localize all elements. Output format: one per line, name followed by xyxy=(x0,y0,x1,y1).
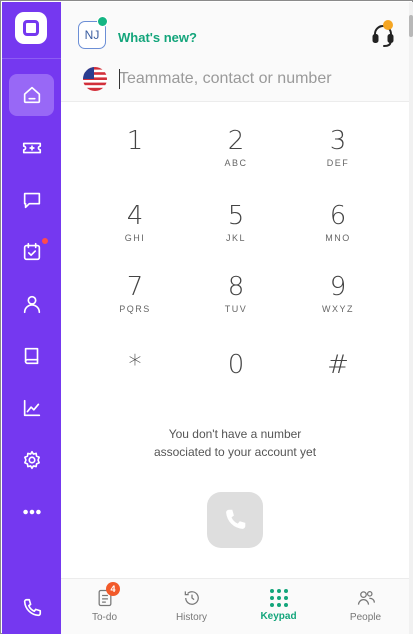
app-window: NJ What's new? 1 xyxy=(0,0,413,634)
key-hash[interactable]: # xyxy=(293,344,383,404)
sidebar-item-phone[interactable] xyxy=(9,587,54,629)
tab-people[interactable]: People xyxy=(322,579,409,634)
key-letters: GHI xyxy=(124,233,146,243)
phone-icon xyxy=(226,509,246,529)
text-caret xyxy=(119,69,120,89)
key-digit: 5 xyxy=(227,201,245,231)
phone-icon xyxy=(23,598,41,617)
key-letters: JKL xyxy=(225,233,246,243)
sidebar-item-analytics[interactable] xyxy=(9,387,54,429)
online-status-dot xyxy=(97,16,108,27)
sidebar-item-chat[interactable] xyxy=(9,179,54,221)
key-digit: # xyxy=(327,350,349,380)
key-letters: WXYZ xyxy=(322,304,354,314)
key-3[interactable]: 3 DEF xyxy=(293,120,383,180)
key-letters: TUV xyxy=(224,304,248,314)
key-8[interactable]: 8 TUV xyxy=(191,266,281,326)
key-star[interactable]: * xyxy=(90,344,180,404)
people-icon xyxy=(357,591,375,605)
bottom-nav: 4 To-do History Keypad People xyxy=(61,578,409,634)
sidebar-divider xyxy=(2,58,61,59)
key-digit: 7 xyxy=(126,272,144,302)
sidebar-item-tickets[interactable] xyxy=(9,127,54,169)
sidebar-item-more[interactable] xyxy=(9,491,54,533)
todo-count-badge: 4 xyxy=(106,582,120,596)
key-letters: ABC xyxy=(224,158,248,168)
call-button[interactable] xyxy=(207,492,263,548)
whats-new-link[interactable]: What's new? xyxy=(118,30,197,45)
more-icon xyxy=(22,509,41,515)
key-9[interactable]: 9 WXYZ xyxy=(293,266,383,326)
key-letters: PQRS xyxy=(119,304,151,314)
tab-label: People xyxy=(349,612,382,623)
key-2[interactable]: 2 ABC xyxy=(191,120,281,180)
key-0[interactable]: 0 xyxy=(191,344,281,404)
key-7[interactable]: 7 PQRS xyxy=(90,266,180,326)
sidebar-item-contacts[interactable] xyxy=(9,283,54,325)
contact-search-input[interactable] xyxy=(119,66,404,92)
notice-line-1: You don't have a number xyxy=(168,427,302,441)
key-digit: 0 xyxy=(227,350,245,380)
tab-label: Keypad xyxy=(260,611,297,622)
key-digit: * xyxy=(128,350,142,380)
key-digit: 3 xyxy=(329,126,347,156)
calendar-check-icon xyxy=(23,242,40,261)
key-6[interactable]: 6 MNO xyxy=(293,195,383,255)
key-letters: DEF xyxy=(326,158,350,168)
key-4[interactable]: 4 GHI xyxy=(90,195,180,255)
key-digit: 2 xyxy=(227,126,245,156)
no-number-notice: You don't have a number associated to yo… xyxy=(61,425,409,461)
analytics-icon xyxy=(23,399,40,417)
sidebar xyxy=(2,2,61,634)
key-digit: 1 xyxy=(126,126,144,156)
keypad-icon xyxy=(269,589,288,607)
tab-todo[interactable]: 4 To-do xyxy=(61,579,148,634)
scrollbar[interactable] xyxy=(409,2,413,634)
history-icon xyxy=(184,591,199,605)
dialer-header: NJ What's new? xyxy=(61,2,409,102)
user-icon xyxy=(23,295,40,314)
key-digit: 8 xyxy=(227,272,245,302)
home-icon xyxy=(23,86,40,104)
sidebar-item-settings[interactable] xyxy=(9,439,54,481)
notification-dot xyxy=(41,237,49,245)
key-5[interactable]: 5 JKL xyxy=(191,195,281,255)
scrollbar-thumb[interactable] xyxy=(409,15,413,37)
ticket-icon xyxy=(22,142,41,154)
tab-history[interactable]: History xyxy=(148,579,235,634)
key-letters: MNO xyxy=(325,233,351,243)
key-digit: 4 xyxy=(126,201,144,231)
tab-label: To-do xyxy=(91,612,117,623)
notice-line-2: associated to your account yet xyxy=(153,445,317,459)
sidebar-item-tasks[interactable] xyxy=(9,231,54,273)
us-flag-icon[interactable] xyxy=(83,67,107,91)
settings-icon xyxy=(23,450,40,470)
app-logo-icon[interactable] xyxy=(15,12,47,44)
sidebar-item-knowledge[interactable] xyxy=(9,335,54,377)
chat-icon xyxy=(23,192,40,209)
key-digit: 9 xyxy=(329,272,347,302)
sidebar-item-home[interactable] xyxy=(9,74,54,116)
key-digit: 6 xyxy=(329,201,347,231)
dialer-panel: NJ What's new? 1 xyxy=(61,2,409,634)
book-icon xyxy=(24,347,38,365)
tab-label: History xyxy=(175,612,208,623)
tab-keypad[interactable]: Keypad xyxy=(235,579,322,634)
key-1[interactable]: 1 xyxy=(90,120,180,180)
status-badge xyxy=(383,20,393,30)
